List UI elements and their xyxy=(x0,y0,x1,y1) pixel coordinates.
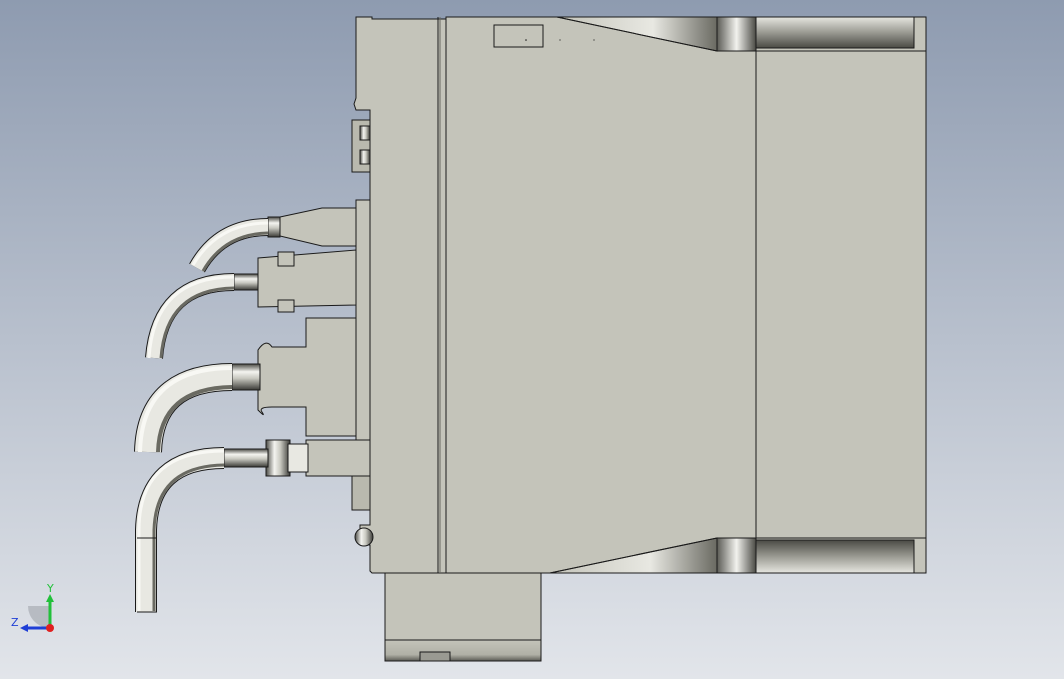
ground-screw xyxy=(354,527,374,547)
label-plate xyxy=(493,24,544,48)
top-band xyxy=(716,16,757,52)
rear-housing xyxy=(755,16,927,574)
mounting-foot xyxy=(384,571,542,662)
triad-origin xyxy=(46,624,54,632)
top-rail xyxy=(755,16,915,49)
connector-plate xyxy=(355,199,371,471)
cad-viewport[interactable]: Y Z xyxy=(0,0,1064,679)
z-axis-label: Z xyxy=(11,616,19,629)
bottom-band xyxy=(716,537,757,574)
bottom-rail xyxy=(755,539,915,574)
y-axis-label: Y xyxy=(46,582,54,595)
main-housing xyxy=(445,16,757,574)
